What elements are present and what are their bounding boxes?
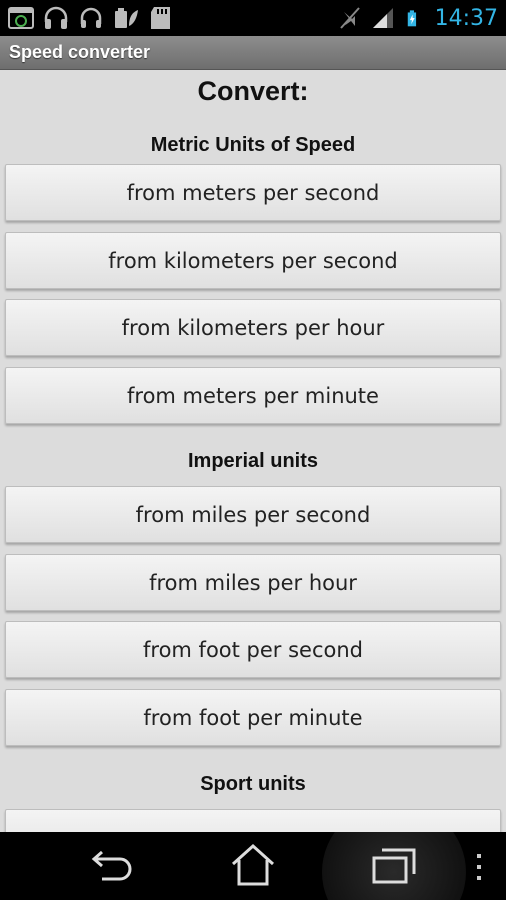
convert-button-meters-per-minute[interactable]: from meters per minute	[5, 367, 501, 424]
battery-saver-icon	[115, 8, 138, 28]
convert-button-kilometers-per-hour[interactable]: from kilometers per hour	[5, 299, 501, 356]
page-title: Convert:	[197, 76, 309, 106]
sd-card-icon	[151, 7, 170, 29]
convert-button-foot-per-second[interactable]: from foot per second	[5, 621, 501, 678]
app-title: Speed converter	[9, 42, 151, 62]
navigation-bar	[0, 832, 506, 900]
mute-icon	[339, 7, 360, 29]
convert-button-sport-partial[interactable]	[5, 809, 501, 832]
gallery-icon	[8, 7, 34, 29]
headphones-icon	[44, 6, 68, 29]
converter-list[interactable]: Convert: Metric Units of Speed from mete…	[0, 70, 506, 832]
status-clock: 14:37	[434, 5, 498, 31]
home-icon[interactable]	[228, 842, 278, 888]
back-icon[interactable]	[88, 842, 138, 888]
recent-apps-icon[interactable]	[370, 842, 420, 888]
section-title-sport: Sport units	[200, 773, 306, 795]
action-bar: Speed converter	[0, 36, 506, 70]
signal-icon	[372, 8, 393, 28]
convert-button-miles-per-hour[interactable]: from miles per hour	[5, 554, 501, 611]
battery-charging-icon	[407, 10, 416, 27]
convert-button-kilometers-per-second[interactable]: from kilometers per second	[5, 232, 501, 289]
convert-button-foot-per-minute[interactable]: from foot per minute	[5, 689, 501, 746]
convert-button-miles-per-second[interactable]: from miles per second	[5, 486, 501, 543]
convert-button-meters-per-second[interactable]: from meters per second	[5, 164, 501, 221]
section-title-metric: Metric Units of Speed	[150, 134, 356, 156]
overflow-menu-icon[interactable]	[472, 852, 486, 882]
section-title-imperial: Imperial units	[187, 450, 319, 472]
status-bar: 14:37	[0, 0, 506, 36]
headset-icon	[80, 7, 102, 28]
